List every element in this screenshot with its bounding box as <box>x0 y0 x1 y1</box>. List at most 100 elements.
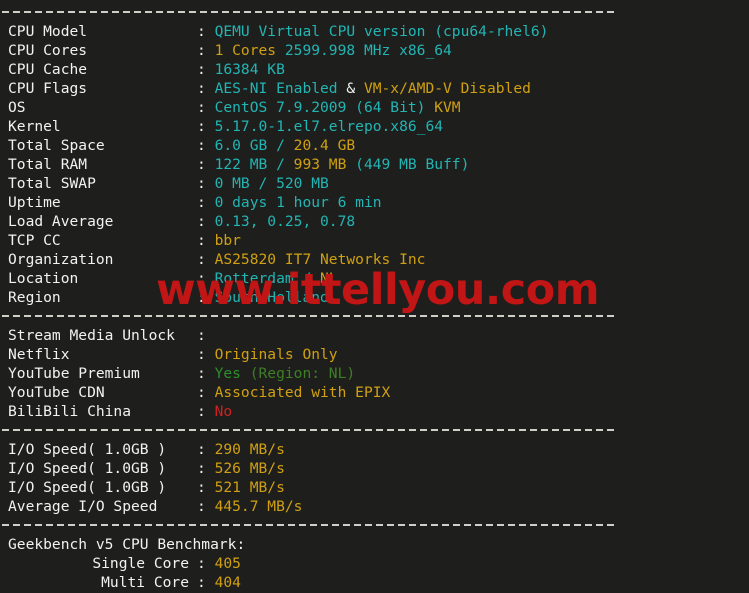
info-row-colon: : <box>197 251 215 268</box>
info-row: Load Average: 0.13, 0.25, 0.78 <box>0 212 618 231</box>
geekbench-heading-label: Geekbench v5 CPU Benchmark: <box>8 536 246 553</box>
info-row: CPU Cores: 1 Cores 2599.998 MHz x86_64 <box>0 41 618 60</box>
info-row-label: Single Core <box>92 555 189 572</box>
info-row-colon: : <box>197 479 215 496</box>
info-row-value: (449 MB Buff) <box>346 156 470 173</box>
stream-media-section: Netflix: Originals Only YouTube Premium: … <box>0 345 618 421</box>
info-row-value: & <box>337 80 364 97</box>
info-row-colon: : <box>197 346 215 363</box>
info-row: Total Space: 6.0 GB / 20.4 GB <box>0 136 618 155</box>
info-row-value: 0 days 1 hour 6 min <box>214 194 382 211</box>
info-row-label: Total Space <box>8 137 105 154</box>
info-row-label: Location <box>8 270 79 287</box>
info-row-label: Netflix <box>8 346 70 363</box>
info-row-value: CentOS 7.9.2009 (64 Bit) <box>214 99 435 116</box>
geekbench-section: Single Core: 405 Multi Core: 404 <box>0 554 618 592</box>
info-row-value: 6.0 GB / <box>214 137 294 154</box>
io-speed-section: I/O Speed( 1.0GB ): 290 MB/s I/O Speed( 1… <box>0 440 618 516</box>
info-row: CPU Model: QEMU Virtual CPU version (cpu… <box>0 22 618 41</box>
info-row-colon: : <box>197 327 215 344</box>
info-row: I/O Speed( 1.0GB ): 521 MB/s <box>0 478 618 497</box>
info-row-label: Average I/O Speed <box>8 498 158 515</box>
separator-top <box>0 3 618 22</box>
separator-after-io-speed <box>0 516 618 535</box>
info-row: Average I/O Speed: 445.7 MB/s <box>0 497 618 516</box>
info-row-label: I/O Speed( 1.0GB ) <box>8 460 167 477</box>
info-row-value: 122 MB / <box>214 156 294 173</box>
info-row: BiliBili China: No <box>0 402 618 421</box>
info-row-value: Yes <box>214 365 250 382</box>
info-row-colon: : <box>197 194 215 211</box>
info-row-value: Associated with EPIX <box>214 384 391 401</box>
info-row-value: 20.4 GB <box>293 137 356 154</box>
info-row-label: Total SWAP <box>8 175 96 192</box>
info-row: YouTube Premium: Yes (Region: NL) <box>0 364 618 383</box>
info-row-colon: : <box>197 232 215 249</box>
info-row-label: Organization <box>8 251 114 268</box>
info-row: Kernel: 5.17.0-1.el7.elrepo.x86_64 <box>0 117 618 136</box>
info-row-colon: : <box>197 555 215 572</box>
info-row-value: VM-x/AMD-V Disabled <box>363 80 531 97</box>
separator-rule <box>2 524 618 526</box>
info-row: I/O Speed( 1.0GB ): 290 MB/s <box>0 440 618 459</box>
info-row-label: Kernel <box>8 118 61 135</box>
info-row-value: 1 Cores <box>214 42 285 59</box>
info-row-colon: : <box>197 460 215 477</box>
terminal-output: CPU Model: QEMU Virtual CPU version (cpu… <box>0 0 618 593</box>
info-row-label: Total RAM <box>8 156 88 173</box>
separator-rule <box>2 429 618 431</box>
info-row: Multi Core: 404 <box>0 573 618 592</box>
info-row-value: QEMU Virtual CPU version (cpu64-rhel6) <box>214 23 549 40</box>
info-row-label: OS <box>8 99 26 116</box>
separator-rule <box>2 11 618 13</box>
info-row-colon: : <box>197 384 215 401</box>
info-row-value: 404 <box>214 574 241 591</box>
info-row-value: 993 MB <box>293 156 347 173</box>
info-row-value: 0 MB / 520 MB <box>214 175 329 192</box>
info-row-colon: : <box>197 118 215 135</box>
info-row: Location: Rotterdam / NL <box>0 269 618 288</box>
info-row: Stream Media Unlock: <box>0 326 618 345</box>
info-row-value: 5.17.0-1.el7.elrepo.x86_64 <box>214 118 444 135</box>
info-row: CPU Cache: 16384 KB <box>0 60 618 79</box>
info-row-value: 290 MB/s <box>214 441 285 458</box>
info-row-value: South Holland <box>214 289 329 306</box>
info-row-label: Region <box>8 289 61 306</box>
info-row: TCP CC: bbr <box>0 231 618 250</box>
info-row-label: BiliBili China <box>8 403 132 420</box>
separator-rule <box>2 315 618 317</box>
info-row-value: AES-NI Enabled <box>214 80 338 97</box>
separator-after-stream-media <box>0 421 618 440</box>
info-row-label: CPU Model <box>8 23 88 40</box>
info-row-colon: : <box>197 403 215 420</box>
info-row-value: 16384 KB <box>214 61 285 78</box>
info-row-colon: : <box>197 42 215 59</box>
info-row-value: Originals Only <box>214 346 338 363</box>
system-info-section: CPU Model: QEMU Virtual CPU version (cpu… <box>0 22 618 307</box>
info-row-colon: : <box>197 498 215 515</box>
geekbench-heading: Geekbench v5 CPU Benchmark: <box>0 535 618 554</box>
info-row-label: I/O Speed( 1.0GB ) <box>8 479 167 496</box>
info-row: CPU Flags: AES-NI Enabled & VM-x/AMD-V D… <box>0 79 618 98</box>
info-row-label: Uptime <box>8 194 61 211</box>
info-row-colon: : <box>197 23 215 40</box>
info-row-value: No <box>214 403 233 420</box>
info-row-colon: : <box>197 365 215 382</box>
info-row-value: (Region: NL) <box>249 365 356 382</box>
info-row-value: 0.13, 0.25, 0.78 <box>214 213 356 230</box>
info-row-value: 405 <box>214 555 241 572</box>
info-row-value: 526 MB/s <box>214 460 285 477</box>
info-row: Region: South Holland <box>0 288 618 307</box>
info-row-label: CPU Cores <box>8 42 88 59</box>
info-row: Uptime: 0 days 1 hour 6 min <box>0 193 618 212</box>
info-row-value: Rotterdam / <box>214 270 321 287</box>
info-row-colon: : <box>197 213 215 230</box>
info-row-label: I/O Speed( 1.0GB ) <box>8 441 167 458</box>
info-row-colon: : <box>197 441 215 458</box>
info-row-value: KVM <box>434 99 461 116</box>
info-row-value: 2599.998 MHz x86_64 <box>284 42 452 59</box>
info-row-colon: : <box>197 80 215 97</box>
info-row: Organization: AS25820 IT7 Networks Inc <box>0 250 618 269</box>
separator-after-system-info <box>0 307 618 326</box>
info-row-colon: : <box>197 270 215 287</box>
